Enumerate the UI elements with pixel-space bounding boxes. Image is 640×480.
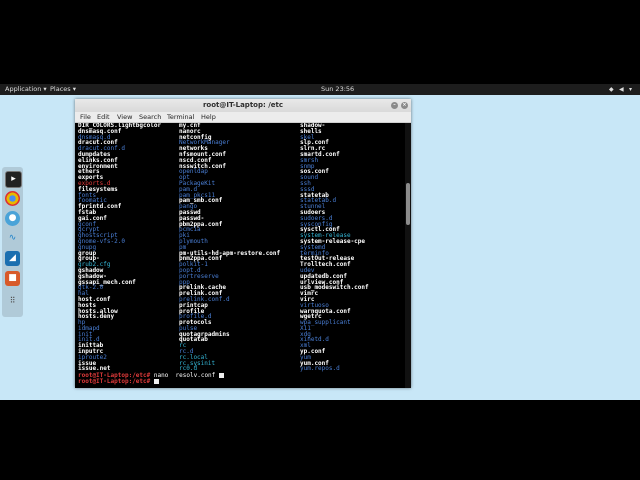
- dock: ▸ ● ∿ ◢ ■ ⠿: [2, 167, 23, 317]
- menu-terminal[interactable]: Terminal: [167, 112, 194, 122]
- cursor: [218, 373, 224, 378]
- menu-view[interactable]: View: [117, 112, 132, 122]
- prompt-user-2: root@IT-Laptop: [78, 378, 129, 385]
- places-menu[interactable]: Places ▾: [50, 84, 76, 95]
- terminal-icon[interactable]: ▸: [5, 171, 22, 188]
- command-line-2: root@IT-Laptop:/etc#: [78, 379, 159, 385]
- letterbox-top: [0, 0, 640, 84]
- scrollbar[interactable]: [405, 123, 411, 388]
- kali-icon[interactable]: ◢: [5, 251, 20, 266]
- terminal-output[interactable]: DIR_COLORS.lightbgcolor dnsmasq.conf dnsma…: [75, 123, 405, 388]
- app-icon[interactable]: ●: [5, 211, 20, 226]
- menu-bar: File Edit View Search Terminal Help: [75, 112, 411, 123]
- system-tray[interactable]: ◆ ◀ ▾: [609, 85, 636, 94]
- app2-icon[interactable]: ■: [5, 271, 20, 286]
- listing-column-3: shadow-shells skel slp.conf slrn.rc smartd.c…: [300, 123, 369, 372]
- close-icon[interactable]: ×: [401, 102, 408, 109]
- wave-icon[interactable]: ∿: [5, 231, 20, 246]
- menu-search[interactable]: Search: [139, 112, 161, 122]
- listing-column-1: DIR_COLORS.lightbgcolor dnsmasq.conf dnsma…: [78, 123, 161, 372]
- letterbox-bottom: [0, 400, 640, 480]
- grid-icon[interactable]: ⠿: [5, 293, 20, 308]
- chrome-icon[interactable]: [5, 191, 20, 206]
- power-icon[interactable]: ▾: [629, 86, 636, 93]
- cursor-2: [153, 379, 159, 384]
- prompt-path-2: :/etc#: [128, 378, 154, 385]
- volume-icon[interactable]: ◀: [619, 86, 626, 93]
- command-text: nano resolv.conf: [153, 372, 219, 379]
- desktop: Application ▾ Places ▾ Sun 23:56 ◆ ◀ ▾ ▸…: [0, 84, 640, 400]
- applications-menu[interactable]: Application ▾: [5, 84, 47, 95]
- menu-edit[interactable]: Edit: [97, 112, 110, 122]
- scrollbar-thumb[interactable]: [406, 183, 410, 225]
- clock[interactable]: Sun 23:56: [321, 84, 354, 95]
- menu-file[interactable]: File: [80, 112, 91, 122]
- top-panel: Application ▾ Places ▾ Sun 23:56 ◆ ◀ ▾: [0, 84, 640, 95]
- terminal-window[interactable]: root@IT-Laptop: /etc – × File Edit View …: [75, 99, 411, 388]
- listing-column-2: my.cnf nanorc netconfig NetworkManager netwo…: [179, 123, 280, 372]
- file-entry: yum.repos.d: [300, 365, 340, 373]
- menu-help[interactable]: Help: [201, 112, 216, 122]
- title-bar[interactable]: root@IT-Laptop: /etc – ×: [75, 99, 411, 112]
- network-icon[interactable]: ◆: [609, 86, 616, 93]
- minimize-icon[interactable]: –: [391, 102, 398, 109]
- window-title: root@IT-Laptop: /etc: [202, 101, 284, 109]
